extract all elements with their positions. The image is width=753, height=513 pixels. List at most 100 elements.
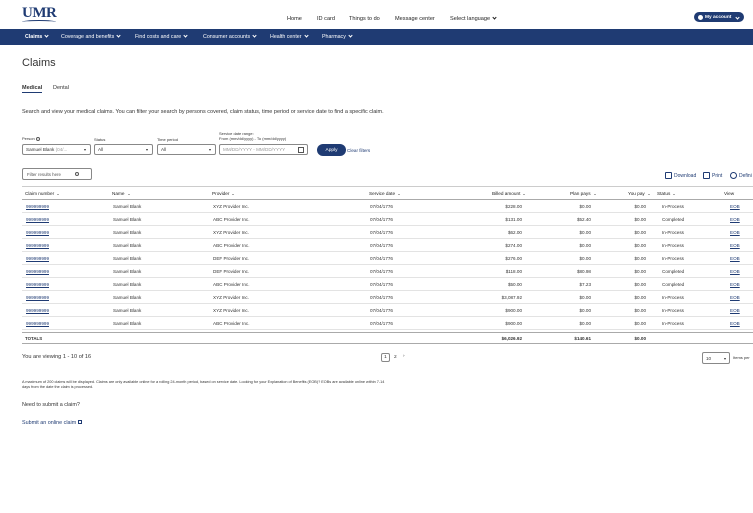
col-you-pay[interactable]: You pay xyxy=(628,191,650,196)
billed-amount: $228.00 xyxy=(505,204,522,209)
service-date: 07/04/1776 xyxy=(370,269,393,274)
provider-name: ABC Provider Inc. xyxy=(213,321,250,326)
page-1-button[interactable]: 1 xyxy=(381,353,390,362)
claim-number-link[interactable]: 999999999 xyxy=(26,308,49,313)
col-status[interactable]: Status xyxy=(657,191,676,196)
main-nav-pharmacy[interactable]: Pharmacy xyxy=(322,33,353,40)
service-date-input[interactable]: MM/DD/YYYY - MM/DD/YYYY xyxy=(219,144,308,155)
filter-results-input[interactable]: Filter results here xyxy=(22,168,92,180)
person-select[interactable]: Samuel Blank (04/... xyxy=(22,144,91,155)
umr-logo[interactable]: UMR xyxy=(22,6,57,24)
eob-link[interactable]: EOB xyxy=(730,269,740,274)
clear-filters-link[interactable]: Clear filters xyxy=(347,148,370,153)
claim-status: Completed xyxy=(662,269,685,274)
sort-icon xyxy=(398,194,401,195)
need-to-submit-heading: Need to submit a claim? xyxy=(22,402,80,408)
main-nav-consumer-accounts[interactable]: Consumer accounts xyxy=(203,33,257,40)
page-2-button[interactable]: 2 xyxy=(394,355,397,360)
col-view: View xyxy=(724,191,735,196)
col-plan-pays-label: Plan pays xyxy=(570,191,591,196)
claim-number-link[interactable]: 999999999 xyxy=(26,217,49,222)
service-date: 07/04/1776 xyxy=(370,295,393,300)
eob-link[interactable]: EOB xyxy=(730,256,740,261)
next-page-button[interactable]: › xyxy=(403,354,405,359)
claim-number-link[interactable]: 999999999 xyxy=(26,204,49,209)
status-select[interactable]: All xyxy=(94,144,153,155)
top-nav-home[interactable]: Home xyxy=(287,16,302,22)
print-button[interactable]: Print xyxy=(703,172,722,179)
col-status-label: Status xyxy=(657,191,671,196)
you-pay: $0.00 xyxy=(634,282,647,287)
sort-icon xyxy=(232,194,235,195)
main-nav-health-center[interactable]: Health center xyxy=(270,33,309,40)
col-service-date[interactable]: Service date xyxy=(369,191,401,196)
plan-pays: $80.98 xyxy=(576,269,591,274)
sort-icon xyxy=(127,194,130,195)
eob-link[interactable]: EOB xyxy=(730,295,740,300)
apply-button[interactable]: Apply xyxy=(317,144,346,156)
definitions-button[interactable]: Defini xyxy=(730,172,752,179)
claim-number-link[interactable]: 999999999 xyxy=(26,295,49,300)
claim-status: In-Process xyxy=(662,256,684,261)
time-period-select[interactable]: All xyxy=(157,144,216,155)
tab-medical[interactable]: Medical xyxy=(22,85,43,93)
table-row: 999999999 Samuel Blank ABC Provider Inc. 07… xyxy=(22,278,753,291)
top-nav-id-card[interactable]: ID card xyxy=(317,16,335,22)
submit-online-claim-link[interactable]: Submit an online claim xyxy=(22,420,83,426)
claim-number-link[interactable]: 999999999 xyxy=(26,321,49,326)
col-plan-pays[interactable]: Plan pays xyxy=(570,191,596,196)
col-claim-number[interactable]: Claim number xyxy=(25,191,60,196)
you-pay: $0.00 xyxy=(634,243,647,248)
items-per-page-label: Items per xyxy=(733,355,750,360)
col-billed-amount[interactable]: Billed amount xyxy=(492,191,526,196)
provider-name: DEF Provider Inc. xyxy=(213,256,250,261)
chevron-down-icon xyxy=(492,15,497,20)
user-icon xyxy=(698,14,703,20)
viewing-count: You are viewing 1 - 10 of 16 xyxy=(22,354,92,360)
search-icon[interactable] xyxy=(75,172,79,176)
main-nav-claims[interactable]: Claims xyxy=(25,33,49,40)
you-pay: $0.00 xyxy=(634,308,647,313)
top-nav-select-language[interactable]: Select language xyxy=(450,15,497,22)
table-row: 999999999 Samuel Blank XYZ Provider Inc. 07… xyxy=(22,200,753,213)
items-per-page-select[interactable]: 10 xyxy=(702,352,730,364)
eob-link[interactable]: EOB xyxy=(730,282,740,287)
dropdown-arrow-icon xyxy=(146,149,148,151)
eob-link[interactable]: EOB xyxy=(730,321,740,326)
info-icon xyxy=(730,172,737,179)
col-provider-label: Provider xyxy=(212,191,230,196)
claim-number-link[interactable]: 999999999 xyxy=(26,282,49,287)
billed-amount: $50.00 xyxy=(507,282,522,287)
info-icon[interactable] xyxy=(35,137,40,141)
col-provider[interactable]: Provider xyxy=(212,191,235,196)
top-nav-message-center[interactable]: Message center xyxy=(395,16,435,22)
service-date-placeholder: MM/DD/YYYY - MM/DD/YYYY xyxy=(223,147,286,152)
claim-number-link[interactable]: 999999999 xyxy=(26,230,49,235)
plan-pays: $0.00 xyxy=(579,204,592,209)
main-nav-coverage[interactable]: Coverage and benefits xyxy=(61,33,121,40)
eob-link[interactable]: EOB xyxy=(730,308,740,313)
calendar-icon[interactable] xyxy=(298,147,304,153)
col-name[interactable]: Name xyxy=(112,191,130,196)
claim-number-link[interactable]: 999999999 xyxy=(26,256,49,261)
col-claim-number-label: Claim number xyxy=(25,191,55,196)
patient-name: Samuel Blank xyxy=(113,308,142,313)
eob-link[interactable]: EOB xyxy=(730,230,740,235)
claim-number-link[interactable]: 999999999 xyxy=(26,243,49,248)
tab-dental[interactable]: Dental xyxy=(53,85,69,91)
logo-swoosh xyxy=(22,20,56,24)
patient-name: Samuel Blank xyxy=(113,269,142,274)
chevron-down-icon xyxy=(735,14,741,20)
my-account-label: My account xyxy=(705,14,732,20)
time-period-label: Time period xyxy=(157,137,178,142)
claim-status: In-Process xyxy=(662,308,684,313)
plan-pays: $7.23 xyxy=(579,282,592,287)
download-button[interactable]: Download xyxy=(665,172,696,179)
claim-number-link[interactable]: 999999999 xyxy=(26,269,49,274)
top-nav-things-to-do[interactable]: Things to do xyxy=(349,16,380,22)
my-account-button[interactable]: My account xyxy=(694,12,744,22)
main-nav-find-costs[interactable]: Find costs and care xyxy=(135,33,188,40)
eob-link[interactable]: EOB xyxy=(730,204,740,209)
eob-link[interactable]: EOB xyxy=(730,243,740,248)
eob-link[interactable]: EOB xyxy=(730,217,740,222)
